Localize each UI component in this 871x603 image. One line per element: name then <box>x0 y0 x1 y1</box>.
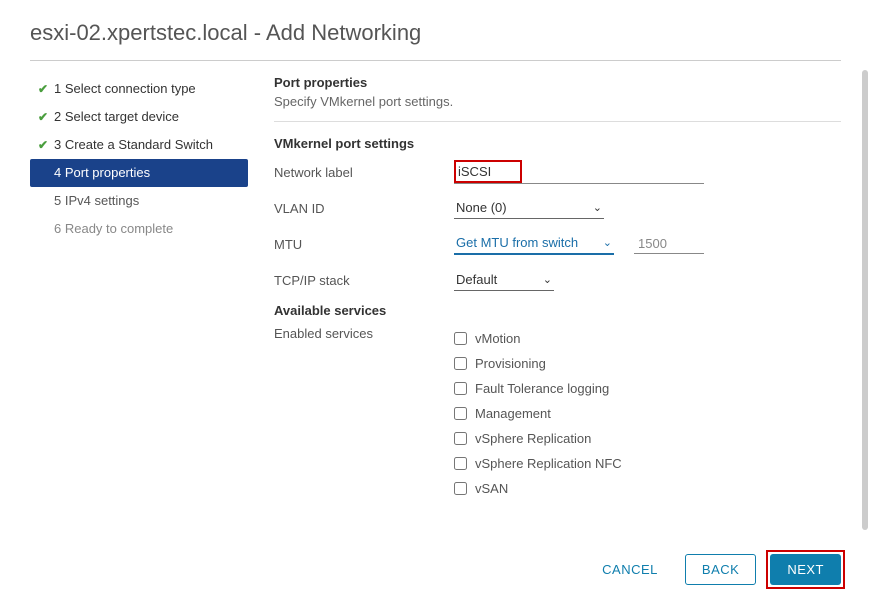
step-connection-type[interactable]: ✔ 1 Select connection type <box>30 75 248 103</box>
scrollbar[interactable] <box>862 70 868 530</box>
check-icon: ✔ <box>38 80 54 98</box>
step-ready-complete: 6 Ready to complete <box>30 215 248 243</box>
row-network-label: Network label <box>274 159 841 185</box>
tcpip-label: TCP/IP stack <box>274 273 454 288</box>
check-icon: ✔ <box>38 136 54 154</box>
service-provisioning: Provisioning <box>454 351 622 376</box>
vmk-heading: VMkernel port settings <box>274 136 841 151</box>
check-icon: ✔ <box>38 108 54 126</box>
vlan-select[interactable]: None (0) ⌄ <box>454 198 604 219</box>
step-port-properties[interactable]: 4 Port properties <box>30 159 248 187</box>
step-label: 6 Ready to complete <box>54 220 173 238</box>
checkbox-vsan[interactable] <box>454 482 467 495</box>
divider <box>274 121 841 122</box>
service-label: Provisioning <box>475 356 546 371</box>
chevron-down-icon: ⌄ <box>593 201 602 214</box>
mtu-value-input[interactable] <box>634 234 704 254</box>
service-ft-logging: Fault Tolerance logging <box>454 376 622 401</box>
checkbox-ft-logging[interactable] <box>454 382 467 395</box>
step-standard-switch[interactable]: ✔ 3 Create a Standard Switch <box>30 131 248 159</box>
service-vsan: vSAN <box>454 476 622 501</box>
service-vsphere-replication: vSphere Replication <box>454 426 622 451</box>
checkbox-vsphere-replication-nfc[interactable] <box>454 457 467 470</box>
tcpip-value: Default <box>456 272 497 287</box>
mtu-select[interactable]: Get MTU from switch ⌄ <box>454 233 614 255</box>
checkbox-management[interactable] <box>454 407 467 420</box>
service-vmotion: vMotion <box>454 326 622 351</box>
step-label: 3 Create a Standard Switch <box>54 136 213 154</box>
tcpip-select[interactable]: Default ⌄ <box>454 270 554 291</box>
step-label: 5 IPv4 settings <box>54 192 139 210</box>
checkbox-vmotion[interactable] <box>454 332 467 345</box>
services-list: vMotion Provisioning Fault Tolerance log… <box>454 326 622 501</box>
dialog-title: esxi-02.xpertstec.local - Add Networking <box>30 20 841 61</box>
next-button[interactable]: NEXT <box>770 554 841 585</box>
next-button-highlight: NEXT <box>766 550 845 589</box>
vlan-label: VLAN ID <box>274 201 454 216</box>
back-button[interactable]: BACK <box>685 554 756 585</box>
row-mtu: MTU Get MTU from switch ⌄ <box>274 231 841 257</box>
network-label-highlight <box>454 160 522 183</box>
service-management: Management <box>454 401 622 426</box>
service-label: vSphere Replication NFC <box>475 456 622 471</box>
network-label-input[interactable] <box>458 162 516 181</box>
checkbox-vsphere-replication[interactable] <box>454 432 467 445</box>
mtu-label: MTU <box>274 237 454 252</box>
service-label: Management <box>475 406 551 421</box>
add-networking-dialog: esxi-02.xpertstec.local - Add Networking… <box>0 0 871 531</box>
wizard-content: Port properties Specify VMkernel port se… <box>248 75 841 511</box>
step-ipv4-settings[interactable]: 5 IPv4 settings <box>30 187 248 215</box>
cancel-button[interactable]: CANCEL <box>585 554 675 585</box>
mtu-select-value: Get MTU from switch <box>456 235 578 250</box>
service-label: vSAN <box>475 481 508 496</box>
vlan-value: None (0) <box>456 200 507 215</box>
section-heading: Port properties <box>274 75 841 90</box>
chevron-down-icon: ⌄ <box>543 273 552 286</box>
step-label: 2 Select target device <box>54 108 179 126</box>
row-enabled-services: Enabled services vMotion Provisioning Fa… <box>274 326 841 501</box>
enabled-services-label: Enabled services <box>274 326 454 341</box>
network-label-label: Network label <box>274 165 454 180</box>
service-label: vSphere Replication <box>475 431 591 446</box>
step-target-device[interactable]: ✔ 2 Select target device <box>30 103 248 131</box>
row-tcpip: TCP/IP stack Default ⌄ <box>274 267 841 293</box>
dialog-body: ✔ 1 Select connection type ✔ 2 Select ta… <box>30 75 841 511</box>
service-label: vMotion <box>475 331 521 346</box>
checkbox-provisioning[interactable] <box>454 357 467 370</box>
step-label: 4 Port properties <box>54 164 150 182</box>
chevron-down-icon: ⌄ <box>603 236 612 249</box>
step-label: 1 Select connection type <box>54 80 196 98</box>
services-heading: Available services <box>274 303 841 318</box>
network-label-field-wrap <box>454 160 704 184</box>
service-vsphere-replication-nfc: vSphere Replication NFC <box>454 451 622 476</box>
wizard-steps: ✔ 1 Select connection type ✔ 2 Select ta… <box>30 75 248 511</box>
service-label: Fault Tolerance logging <box>475 381 609 396</box>
section-subheading: Specify VMkernel port settings. <box>274 94 841 109</box>
dialog-footer: CANCEL BACK NEXT <box>26 550 845 589</box>
row-vlan: VLAN ID None (0) ⌄ <box>274 195 841 221</box>
